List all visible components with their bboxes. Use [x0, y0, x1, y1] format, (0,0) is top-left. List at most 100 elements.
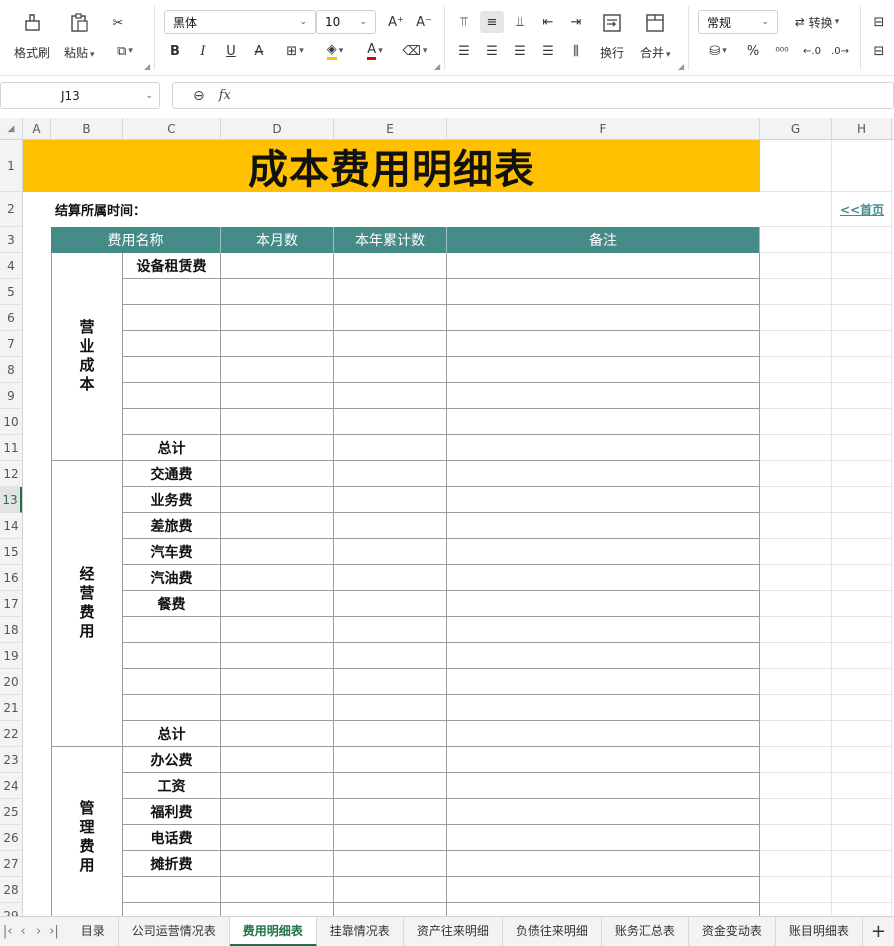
align-top-button[interactable]: ⫪: [452, 11, 476, 33]
expense-item[interactable]: 电话费: [123, 825, 221, 851]
thousands-button[interactable]: ⁰⁰⁰: [770, 40, 794, 62]
expense-item[interactable]: [123, 357, 221, 383]
row-header-6[interactable]: 6: [0, 305, 22, 331]
cell[interactable]: [832, 721, 892, 747]
number-format-select[interactable]: 常规 ⌄: [698, 10, 778, 34]
cell-month[interactable]: [221, 513, 334, 539]
sheet-tab[interactable]: 负债往来明细: [503, 917, 602, 946]
expense-item[interactable]: [123, 617, 221, 643]
expense-item[interactable]: [123, 877, 221, 903]
row-header-22[interactable]: 22: [0, 721, 22, 747]
cell-ytd[interactable]: [334, 747, 447, 773]
row-header-29[interactable]: 29: [0, 903, 22, 917]
cut-button[interactable]: ✂: [106, 12, 130, 34]
expense-item[interactable]: [123, 305, 221, 331]
cell-month[interactable]: [221, 643, 334, 669]
cell-month[interactable]: [221, 279, 334, 305]
cell-month[interactable]: [221, 435, 334, 461]
cell[interactable]: [760, 227, 832, 253]
bold-button[interactable]: B: [164, 40, 186, 62]
cell-note[interactable]: [447, 435, 760, 461]
cell-note[interactable]: [447, 903, 760, 916]
cell[interactable]: [760, 799, 832, 825]
row-header-1[interactable]: 1: [0, 140, 22, 192]
font-name-select[interactable]: 黑体 ⌄: [164, 10, 316, 34]
cell-note[interactable]: [447, 331, 760, 357]
cell-ytd[interactable]: [334, 617, 447, 643]
cell-ytd[interactable]: [334, 825, 447, 851]
cell[interactable]: [760, 617, 832, 643]
cell-note[interactable]: [447, 643, 760, 669]
increase-decimal-button[interactable]: ←.0: [800, 40, 824, 62]
row-header-23[interactable]: 23: [0, 747, 22, 773]
cell[interactable]: [760, 539, 832, 565]
cell[interactable]: [760, 643, 832, 669]
cell-ytd[interactable]: [334, 253, 447, 279]
cell-ytd[interactable]: [334, 773, 447, 799]
cell[interactable]: [832, 851, 892, 877]
cell[interactable]: [760, 591, 832, 617]
row-header-7[interactable]: 7: [0, 331, 22, 357]
cell[interactable]: [832, 279, 892, 305]
expense-item[interactable]: 设备租赁费: [123, 253, 221, 279]
row-header-16[interactable]: 16: [0, 565, 22, 591]
cell[interactable]: [760, 721, 832, 747]
row-header-11[interactable]: 11: [0, 435, 22, 461]
cell[interactable]: [832, 617, 892, 643]
cell[interactable]: [760, 487, 832, 513]
cell[interactable]: [832, 487, 892, 513]
cell-note[interactable]: [447, 617, 760, 643]
paste-button[interactable]: 粘贴 ▾: [64, 10, 95, 61]
zoom-icon[interactable]: ⊖: [193, 88, 205, 104]
decrease-decimal-button[interactable]: .0→: [828, 40, 852, 62]
cell-note[interactable]: [447, 513, 760, 539]
expense-item[interactable]: 业务费: [123, 487, 221, 513]
sheet-tab[interactable]: 公司运营情况表: [119, 917, 230, 946]
cell[interactable]: [760, 825, 832, 851]
header-ytd[interactable]: 本年累计数: [334, 227, 447, 253]
row-header-9[interactable]: 9: [0, 383, 22, 409]
cell[interactable]: [760, 877, 832, 903]
wrap-text-button[interactable]: 换行: [600, 10, 624, 61]
group-label[interactable]: 营业成本: [51, 253, 123, 461]
cell[interactable]: [832, 435, 892, 461]
add-sheet-icon[interactable]: +: [863, 921, 894, 942]
cell-ytd[interactable]: [334, 539, 447, 565]
distributed-align-button[interactable]: ⫼: [564, 40, 588, 62]
expense-item[interactable]: 汽车费: [123, 539, 221, 565]
cell-ytd[interactable]: [334, 331, 447, 357]
sheet-tab[interactable]: 账务汇总表: [602, 917, 689, 946]
cell-ytd[interactable]: [334, 877, 447, 903]
prev-sheet-icon[interactable]: ‹: [15, 924, 30, 939]
align-right-button[interactable]: ☰: [508, 40, 532, 62]
cell-month[interactable]: [221, 903, 334, 916]
sheet-tab[interactable]: 资产往来明细: [404, 917, 503, 946]
header-expense-name[interactable]: 费用名称: [51, 227, 221, 253]
cell-month[interactable]: [221, 331, 334, 357]
align-bottom-button[interactable]: ⫫: [508, 11, 532, 33]
cell-ytd[interactable]: [334, 487, 447, 513]
cell-ytd[interactable]: [334, 799, 447, 825]
sheet-title[interactable]: 成本费用明细表: [23, 140, 760, 193]
cell-note[interactable]: [447, 747, 760, 773]
cell[interactable]: [832, 643, 892, 669]
cell-month[interactable]: [221, 851, 334, 877]
expense-item[interactable]: [123, 643, 221, 669]
column-header-c[interactable]: C: [123, 118, 221, 140]
row-header-3[interactable]: 3: [0, 227, 22, 253]
row-header-13[interactable]: 13: [0, 487, 22, 513]
cell-month[interactable]: [221, 409, 334, 435]
cell-ytd[interactable]: [334, 461, 447, 487]
expense-item[interactable]: 福利费: [123, 799, 221, 825]
cell-ytd[interactable]: [334, 409, 447, 435]
cell-month[interactable]: [221, 565, 334, 591]
row-header-10[interactable]: 10: [0, 409, 22, 435]
format-painter-button[interactable]: 格式刷: [14, 10, 50, 61]
sheet-tab[interactable]: 账目明细表: [776, 917, 863, 946]
cell[interactable]: [832, 305, 892, 331]
row-header-17[interactable]: 17: [0, 591, 22, 617]
align-middle-button[interactable]: ≡: [480, 11, 504, 33]
cell[interactable]: [760, 695, 832, 721]
cell-ytd[interactable]: [334, 513, 447, 539]
expense-item[interactable]: [123, 695, 221, 721]
